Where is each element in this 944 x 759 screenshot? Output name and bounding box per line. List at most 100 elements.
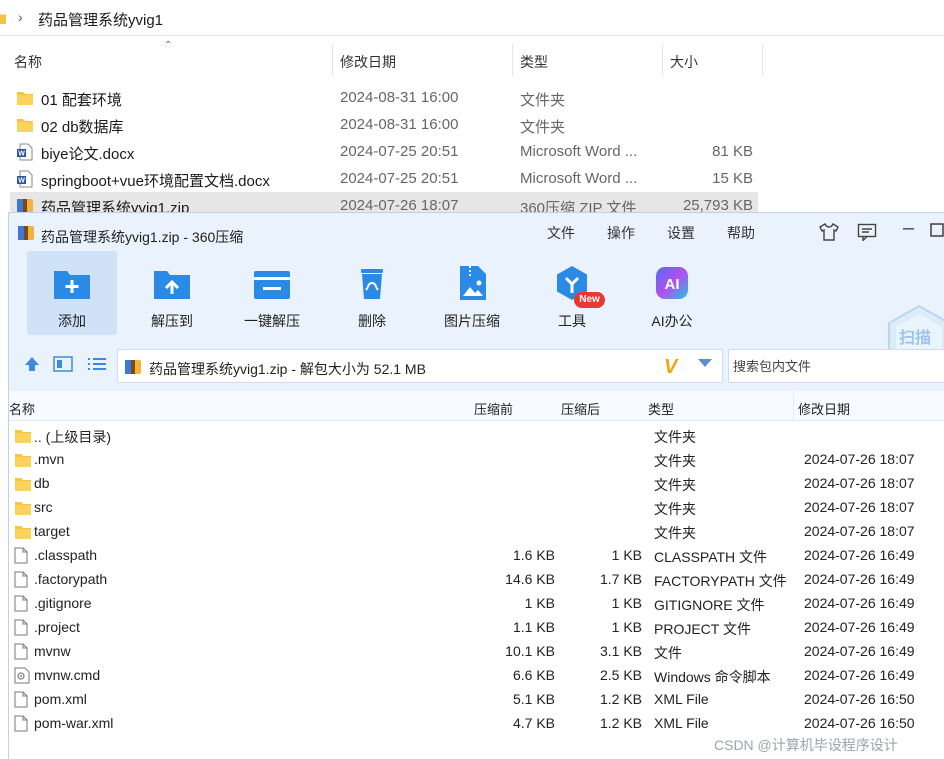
new-badge: New — [574, 292, 605, 308]
up-arrow-icon[interactable] — [23, 355, 41, 378]
entry-size-after: 2.5 KB — [599, 667, 642, 683]
image-compress-button[interactable]: 图片压缩 — [427, 251, 517, 335]
entry-name: .. (上级目录) — [34, 429, 111, 445]
entry-modified: 2024-07-26 16:50 — [804, 715, 915, 731]
entry-modified: 2024-07-26 18:07 — [804, 451, 915, 467]
archive-row[interactable]: pom-war.xml 4.7 KB 1.2 KB XML File 2024-07-2… — [9, 711, 944, 735]
entry-modified: 2024-07-26 16:49 — [804, 667, 915, 683]
archive-row[interactable]: .project 1.1 KB 1 KB PROJECT 文件 2024-07-26 1… — [9, 615, 944, 639]
column-name[interactable]: 名称 — [9, 399, 35, 418]
delete-label: 删除 — [358, 313, 386, 329]
title-bar[interactable]: 药品管理系统yvig1.zip - 360压缩 文件 操作 设置 帮助 – — [9, 213, 944, 251]
archive-row[interactable]: mvnw 10.1 KB 3.1 KB 文件 2024-07-26 16:49 — [9, 639, 944, 663]
column-name[interactable]: 名称 — [14, 52, 42, 72]
entry-type: GITIGNORE 文件 — [654, 597, 765, 613]
one-click-extract-label: 一键解压 — [244, 313, 300, 329]
entry-type: 文件夹 — [654, 429, 696, 445]
file-row[interactable]: Wspringboot+vue环境配置文档.docx 2024-07-25 20:… — [10, 165, 758, 192]
column-divider[interactable] — [762, 44, 763, 76]
entry-size-after: 1.7 KB — [599, 571, 642, 587]
tools-label: 工具 — [558, 313, 586, 329]
archive-row[interactable]: pom.xml 5.1 KB 1.2 KB XML File 2024-07-26 16… — [9, 687, 944, 711]
entry-name: target — [34, 523, 70, 539]
column-size-before[interactable]: 压缩前 — [474, 399, 513, 418]
archive-row[interactable]: .mvn 文件夹 2024-07-26 18:07 — [9, 447, 944, 471]
archive-row[interactable]: mvnw.cmd 6.6 KB 2.5 KB Windows 命令脚本 2024-07-… — [9, 663, 944, 687]
maximize-icon[interactable] — [930, 223, 944, 242]
extract-to-icon — [152, 263, 192, 303]
entry-size-after: 1 KB — [611, 595, 642, 611]
address-bar[interactable]: › 药品管理系统yvig1 — [0, 0, 944, 36]
archive-row[interactable]: src 文件夹 2024-07-26 18:07 — [9, 495, 944, 519]
folder-icon — [14, 427, 31, 444]
folder-icon — [14, 523, 31, 540]
skin-shirt-icon[interactable] — [819, 223, 839, 246]
entry-modified: 2024-07-26 16:49 — [804, 619, 915, 635]
file-row[interactable]: Wbiye论文.docx 2024-07-25 20:51 Microsoft Wo… — [10, 138, 758, 165]
entry-name: .mvn — [34, 451, 65, 467]
column-divider[interactable] — [332, 44, 333, 76]
column-modified[interactable]: 修改日期 — [798, 399, 850, 418]
file-icon — [14, 643, 28, 660]
file-modified: 2024-07-25 20:51 — [340, 143, 459, 160]
archive-row[interactable]: .. (上级目录) 文件夹 — [9, 423, 944, 447]
archive-row[interactable]: target 文件夹 2024-07-26 18:07 — [9, 519, 944, 543]
delete-button[interactable]: 删除 — [327, 251, 417, 335]
ai-office-icon: AI — [652, 263, 692, 303]
menu-settings[interactable]: 设置 — [667, 223, 695, 243]
entry-size-after: 3.1 KB — [599, 643, 642, 659]
entry-type: Windows 命令脚本 — [654, 669, 771, 685]
archive-row[interactable]: db 文件夹 2024-07-26 18:07 — [9, 471, 944, 495]
file-icon — [14, 571, 28, 588]
column-type[interactable]: 类型 — [648, 399, 674, 418]
zip-archive-icon — [124, 358, 142, 381]
menu-operation[interactable]: 操作 — [607, 223, 635, 243]
entry-type: FACTORYPATH 文件 — [654, 573, 787, 589]
search-input[interactable] — [729, 350, 929, 382]
archive-row[interactable]: .gitignore 1 KB 1 KB GITIGNORE 文件 2024-07-26… — [9, 591, 944, 615]
file-modified: 2024-08-31 16:00 — [340, 116, 459, 133]
entry-size-after: 1.2 KB — [599, 691, 642, 707]
menu-help[interactable]: 帮助 — [727, 223, 755, 243]
menu-file[interactable]: 文件 — [547, 223, 575, 243]
archive-path-field[interactable]: 药品管理系统yvig1.zip - 解包大小为 52.1 MB V — [117, 349, 723, 383]
column-modified[interactable]: 修改日期 — [340, 52, 396, 72]
archive-row[interactable]: .factorypath 14.6 KB 1.7 KB FACTORYPATH 文件 2… — [9, 567, 944, 591]
minimize-icon[interactable]: – — [903, 217, 914, 240]
column-size-after[interactable]: 压缩后 — [561, 399, 600, 418]
entry-name: pom-war.xml — [34, 715, 114, 731]
file-row[interactable]: 01 配套环境 2024-08-31 16:00 文件夹 — [10, 84, 758, 111]
entry-type: 文件夹 — [654, 453, 696, 469]
tools-button[interactable]: 工具 — [527, 251, 617, 335]
folder-icon — [16, 89, 34, 107]
entry-size-before: 6.6 KB — [512, 667, 555, 683]
column-type[interactable]: 类型 — [520, 52, 548, 72]
breadcrumb[interactable]: 药品管理系统yvig1 — [38, 9, 163, 30]
vip-v-icon[interactable]: V — [664, 356, 677, 379]
image-compress-label: 图片压缩 — [444, 313, 500, 329]
entry-modified: 2024-07-26 18:07 — [804, 523, 915, 539]
archive-row[interactable]: .classpath 1.6 KB 1 KB CLASSPATH 文件 2024-07-… — [9, 543, 944, 567]
feedback-icon[interactable] — [857, 223, 877, 246]
entry-size-before: 10.1 KB — [505, 643, 555, 659]
column-divider[interactable] — [662, 44, 663, 76]
one-click-extract-button[interactable]: 一键解压 — [227, 251, 317, 335]
add-label: 添加 — [58, 313, 86, 329]
search-box[interactable] — [728, 349, 944, 383]
entry-modified: 2024-07-26 18:07 — [804, 499, 915, 515]
dropdown-arrow-icon[interactable] — [698, 359, 712, 367]
file-type: 文件夹 — [520, 92, 566, 109]
chevron-right-icon[interactable]: › — [18, 9, 23, 25]
file-row[interactable]: 02 db数据库 2024-08-31 16:00 文件夹 — [10, 111, 758, 138]
entry-name: .project — [34, 619, 80, 635]
column-size[interactable]: 大小 — [670, 52, 698, 72]
thumbnail-view-icon[interactable] — [53, 355, 73, 378]
entry-type: CLASSPATH 文件 — [654, 549, 768, 565]
column-divider[interactable] — [512, 44, 513, 76]
ai-office-button[interactable]: AI AI办公 — [627, 251, 717, 335]
extract-to-button[interactable]: 解压到 — [127, 251, 217, 335]
navigation-bar: 药品管理系统yvig1.zip - 解包大小为 52.1 MB V — [9, 345, 944, 385]
list-view-icon[interactable] — [87, 355, 107, 378]
add-button[interactable]: 添加 — [27, 251, 117, 335]
column-divider[interactable] — [793, 391, 794, 421]
